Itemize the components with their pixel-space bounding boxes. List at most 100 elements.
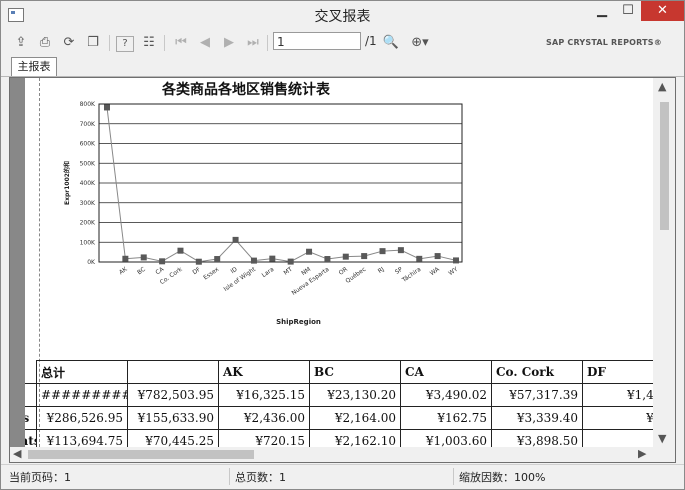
y-tick-label: 600K bbox=[80, 141, 96, 148]
table-cell: ¥162.75 bbox=[400, 406, 492, 430]
status-total-pages: 总页数：1 bbox=[235, 471, 286, 484]
x-tick-label: DF bbox=[191, 266, 202, 277]
refresh-icon[interactable]: ⟳ bbox=[59, 33, 79, 53]
table-header-cell: BC bbox=[309, 360, 401, 384]
table-header-cell: CA bbox=[400, 360, 492, 384]
minimize-button[interactable]: ▁ bbox=[589, 1, 615, 21]
scroll-up-icon[interactable]: ▲ bbox=[658, 80, 666, 93]
table-header-cell bbox=[127, 360, 219, 384]
table-cell: ¥782,503.95 bbox=[127, 383, 219, 407]
table-cell: ¥2,164.00 bbox=[309, 406, 401, 430]
table-row-label: 总计 bbox=[25, 383, 37, 407]
x-tick-label: ID bbox=[229, 266, 239, 276]
y-tick-label: 800K bbox=[80, 101, 96, 108]
page-number-input[interactable]: 1 bbox=[273, 32, 361, 50]
find-icon[interactable]: 🔍 bbox=[381, 33, 401, 53]
chart-x-label: ShipRegion bbox=[276, 318, 321, 326]
title-bar: 交叉报表 ▁ ☐ ✕ bbox=[1, 1, 684, 30]
status-bar: 当前页码：1 总页数：1 缩放因数：100% bbox=[1, 464, 684, 489]
y-tick-label: 500K bbox=[80, 160, 96, 167]
page-total: /1 bbox=[365, 34, 377, 48]
data-point bbox=[306, 248, 313, 255]
table-cell: ¥70,445.25 bbox=[127, 429, 219, 447]
table-cell: ¥16,325.15 bbox=[218, 383, 310, 407]
first-page-icon[interactable]: ⏮ bbox=[171, 33, 191, 53]
status-current-page: 当前页码：1 bbox=[9, 471, 71, 484]
maximize-button[interactable]: ☐ bbox=[615, 1, 641, 21]
brand-logo: SAP CRYSTAL REPORTS® bbox=[546, 38, 662, 47]
x-tick-label: NM bbox=[300, 266, 312, 277]
horizontal-scroll-thumb[interactable] bbox=[28, 450, 254, 459]
x-tick-label: BC bbox=[136, 266, 147, 276]
prev-page-icon[interactable]: ◀ bbox=[195, 33, 215, 53]
data-point bbox=[177, 247, 184, 254]
table-cell: ¥3,898.50 bbox=[491, 429, 583, 447]
tab-main-report[interactable]: 主报表 bbox=[11, 57, 57, 76]
y-tick-label: 100K bbox=[80, 239, 96, 246]
group-tree-icon[interactable]: ☷ bbox=[139, 33, 159, 53]
data-point bbox=[122, 255, 129, 262]
next-page-icon[interactable]: ▶ bbox=[219, 33, 239, 53]
scroll-left-icon[interactable]: ◀ bbox=[13, 447, 21, 460]
last-page-icon[interactable]: ⏭ bbox=[243, 33, 263, 53]
table-row: Beverages¥286,526.95¥155,633.90¥2,436.00… bbox=[25, 406, 653, 430]
data-point bbox=[453, 257, 459, 264]
tab-strip: 主报表 bbox=[1, 56, 684, 77]
table-cell: ¥77 bbox=[582, 406, 653, 430]
help-icon[interactable]: ? bbox=[116, 36, 134, 52]
data-point bbox=[397, 247, 404, 254]
table-cell: ¥3,339.40 bbox=[491, 406, 583, 430]
data-point bbox=[232, 236, 239, 243]
x-tick-label: AK bbox=[118, 265, 129, 276]
app-window: 交叉报表 ▁ ☐ ✕ ⇪ ⎙ ⟳ ❐ ? ☷ ⏮ ◀ ▶ ⏭ 🔍 ⊕▾ 1 /1… bbox=[0, 0, 685, 490]
table-row: Condiments¥113,694.75¥70,445.25¥720.15¥2… bbox=[25, 429, 653, 447]
zoom-icon[interactable]: ⊕▾ bbox=[405, 33, 435, 53]
print-icon[interactable]: ⎙ bbox=[35, 33, 55, 53]
x-tick-label: CA bbox=[154, 265, 166, 276]
scroll-right-icon[interactable]: ▶ bbox=[638, 447, 646, 460]
y-tick-label: 200K bbox=[80, 220, 96, 227]
copy-icon[interactable]: ❐ bbox=[83, 33, 103, 53]
x-tick-label: Isle of Wight bbox=[223, 266, 258, 293]
table-header-row: 总计 AK BC CA Co. Cork DF bbox=[25, 360, 653, 384]
sales-chart: 0K 100K 200K 300K 400K 500K 600K 700K 800K AK BC C… bbox=[63, 101, 463, 326]
data-point bbox=[269, 255, 276, 262]
x-tick-label: Essex bbox=[202, 266, 220, 282]
table-header-cell: 总计 bbox=[36, 360, 128, 384]
vertical-scrollbar[interactable]: ▲ ▼ bbox=[653, 78, 675, 447]
chart-y-label: Expr1002的和 bbox=[63, 161, 71, 205]
table-cell: ¥286,526.95 bbox=[36, 406, 128, 430]
vertical-scroll-thumb[interactable] bbox=[660, 102, 669, 230]
export-icon[interactable]: ⇪ bbox=[11, 33, 31, 53]
x-tick-label: WA bbox=[429, 265, 442, 277]
scroll-corner bbox=[653, 447, 675, 462]
data-point bbox=[159, 258, 166, 265]
table-cell: ¥113,694.75 bbox=[36, 429, 128, 447]
y-tick-label: 400K bbox=[80, 180, 96, 187]
table-cell: ¥720.15 bbox=[218, 429, 310, 447]
table-row-label: Beverages bbox=[25, 406, 37, 430]
x-tick-label: MT bbox=[283, 266, 295, 277]
x-tick-label: OR bbox=[338, 266, 349, 277]
status-zoom: 缩放因数：100% bbox=[459, 471, 546, 484]
table-header-cell: AK bbox=[218, 360, 310, 384]
close-button[interactable]: ✕ bbox=[641, 1, 684, 21]
data-point bbox=[361, 253, 368, 260]
crosstab-table: 总计AKBCCACo. CorkDF总计###########¥782,503.… bbox=[25, 360, 653, 447]
data-point bbox=[104, 104, 110, 111]
data-point bbox=[342, 253, 349, 260]
table-cell: ¥155,633.90 bbox=[127, 406, 219, 430]
data-point bbox=[324, 256, 331, 263]
data-point bbox=[379, 248, 386, 255]
data-point bbox=[214, 256, 221, 263]
y-tick-label: 0K bbox=[87, 259, 96, 266]
x-tick-label: RJ bbox=[377, 266, 386, 275]
horizontal-scrollbar[interactable]: ◀ ▶ bbox=[10, 447, 653, 462]
table-cell: ¥57,317.39 bbox=[491, 383, 583, 407]
scroll-down-icon[interactable]: ▼ bbox=[658, 432, 666, 445]
table-cell: ########### bbox=[36, 383, 128, 407]
x-tick-label: Québec bbox=[344, 266, 367, 285]
x-tick-label: WY bbox=[447, 266, 459, 277]
report-viewport[interactable]: 各类商品各地区销售统计表 0K 100K 200K 300K 400K 500K 600K 7… bbox=[9, 77, 676, 463]
data-point bbox=[434, 253, 441, 260]
